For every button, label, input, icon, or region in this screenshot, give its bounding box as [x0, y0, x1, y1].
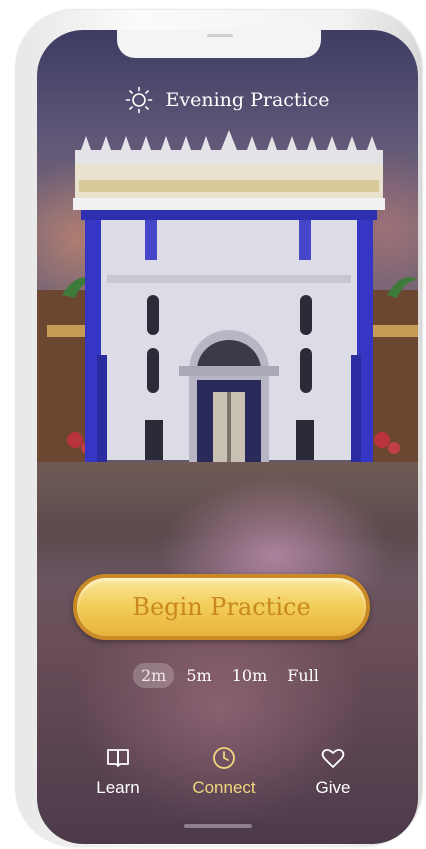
tab-give[interactable]: Give [288, 744, 378, 798]
clock-icon [213, 747, 235, 769]
page-title: Evening Practice [165, 89, 330, 111]
practice-header: Evening Practice [37, 86, 418, 114]
bottom-tab-bar: Learn Connect Give [37, 744, 418, 804]
duration-option-5m[interactable]: 5m [178, 663, 219, 688]
begin-practice-button[interactable]: Begin Practice [73, 574, 370, 640]
duration-selector: 2m 5m 10m Full [133, 663, 327, 688]
blurred-flower-lower [60, 620, 380, 840]
tab-give-label: Give [315, 778, 351, 797]
tab-learn-label: Learn [96, 778, 140, 797]
duration-option-10m[interactable]: 10m [224, 663, 276, 688]
speaker-grille [207, 34, 233, 37]
duration-option-2m[interactable]: 2m [133, 663, 175, 688]
tab-connect-label: Connect [192, 778, 256, 797]
roof-crenellations [75, 130, 383, 164]
heart-icon [321, 748, 345, 768]
duration-option-full[interactable]: Full [279, 663, 327, 688]
book-icon [107, 749, 129, 767]
tab-connect[interactable]: Connect [179, 744, 269, 798]
tab-learn[interactable]: Learn [73, 744, 163, 798]
sun-icon [126, 86, 153, 114]
phone-notch [117, 30, 321, 58]
home-indicator[interactable] [184, 824, 252, 828]
